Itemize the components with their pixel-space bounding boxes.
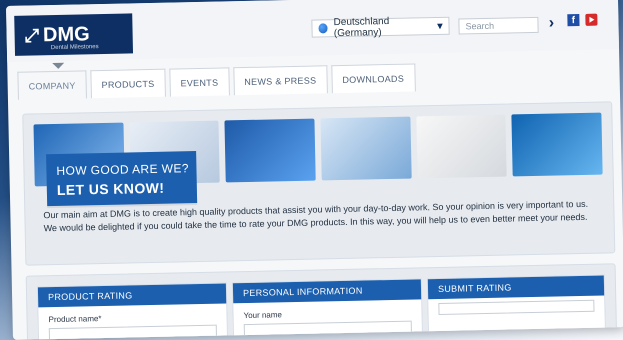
- tab-news-press-label: NEWS & PRESS: [244, 75, 317, 87]
- logo-tagline: Dental Milestones: [50, 44, 99, 52]
- flag-icon: [318, 23, 328, 34]
- rating-form: PRODUCT RATING Product name* PERSONAL IN…: [25, 263, 618, 340]
- submit-rating-title: SUBMIT RATING: [437, 282, 512, 295]
- personal-information-title: PERSONAL INFORMATION: [242, 285, 363, 299]
- tab-downloads[interactable]: DOWNLOADS: [331, 63, 416, 94]
- facebook-icon[interactable]: f: [567, 13, 580, 27]
- banner-image-3: [224, 118, 316, 183]
- tab-events[interactable]: EVENTS: [169, 67, 230, 97]
- logo-text: DMG: [42, 22, 90, 46]
- tab-downloads-label: DOWNLOADS: [342, 73, 405, 85]
- product-name-label: Product name*: [48, 314, 102, 325]
- search-placeholder: Search: [465, 20, 495, 32]
- tab-products[interactable]: PRODUCTS: [90, 68, 166, 99]
- feedback-banner: HOW GOOD ARE WE? LET US KNOW! Our main a…: [22, 101, 616, 266]
- browser-page: ⤢ DMG Dental Milestones Deutschland (Ger…: [6, 0, 623, 340]
- banner-image-5: [416, 114, 508, 179]
- banner-heading-line1: HOW GOOD ARE WE?: [56, 161, 190, 178]
- banner-image-6: [511, 112, 603, 177]
- tab-company[interactable]: COMPANY: [17, 70, 87, 100]
- product-rating-title: PRODUCT RATING: [48, 290, 133, 303]
- submit-rating-input[interactable]: [438, 299, 595, 316]
- personal-information-column: PERSONAL INFORMATION Your name: [231, 278, 424, 340]
- main-navigation: COMPANY PRODUCTS EVENTS NEWS & PRESS DOW…: [17, 63, 419, 100]
- active-tab-marker: [52, 62, 65, 70]
- search-go-button[interactable]: ›: [544, 14, 558, 32]
- search-input[interactable]: Search: [458, 16, 539, 35]
- site-header: ⤢ DMG Dental Milestones Deutschland (Ger…: [6, 0, 620, 62]
- logo-mark: ⤢: [24, 24, 38, 46]
- tab-company-label: COMPANY: [28, 80, 76, 92]
- chevron-down-icon: ▾: [437, 20, 443, 32]
- country-selector[interactable]: Deutschland (Germany) ▾: [311, 15, 450, 40]
- tab-events-label: EVENTS: [180, 77, 219, 88]
- tab-products-label: PRODUCTS: [101, 78, 155, 90]
- dmg-logo[interactable]: ⤢ DMG Dental Milestones: [14, 13, 134, 56]
- social-links: f: [567, 13, 598, 27]
- your-name-label: Your name: [243, 310, 283, 321]
- submit-rating-header: SUBMIT RATING: [427, 275, 605, 300]
- youtube-icon[interactable]: [585, 13, 598, 26]
- search-go-label: ›: [548, 14, 555, 32]
- tab-news-press[interactable]: NEWS & PRESS: [232, 65, 328, 96]
- product-rating-header: PRODUCT RATING: [37, 283, 227, 308]
- product-rating-column: PRODUCT RATING Product name*: [36, 282, 229, 340]
- country-label: Deutschland (Germany): [333, 15, 390, 40]
- banner-heading-line2: LET US KNOW!: [56, 179, 165, 198]
- personal-information-header: PERSONAL INFORMATION: [232, 279, 422, 304]
- banner-image-4: [320, 116, 412, 181]
- banner-callout: HOW GOOD ARE WE? LET US KNOW!: [46, 151, 198, 207]
